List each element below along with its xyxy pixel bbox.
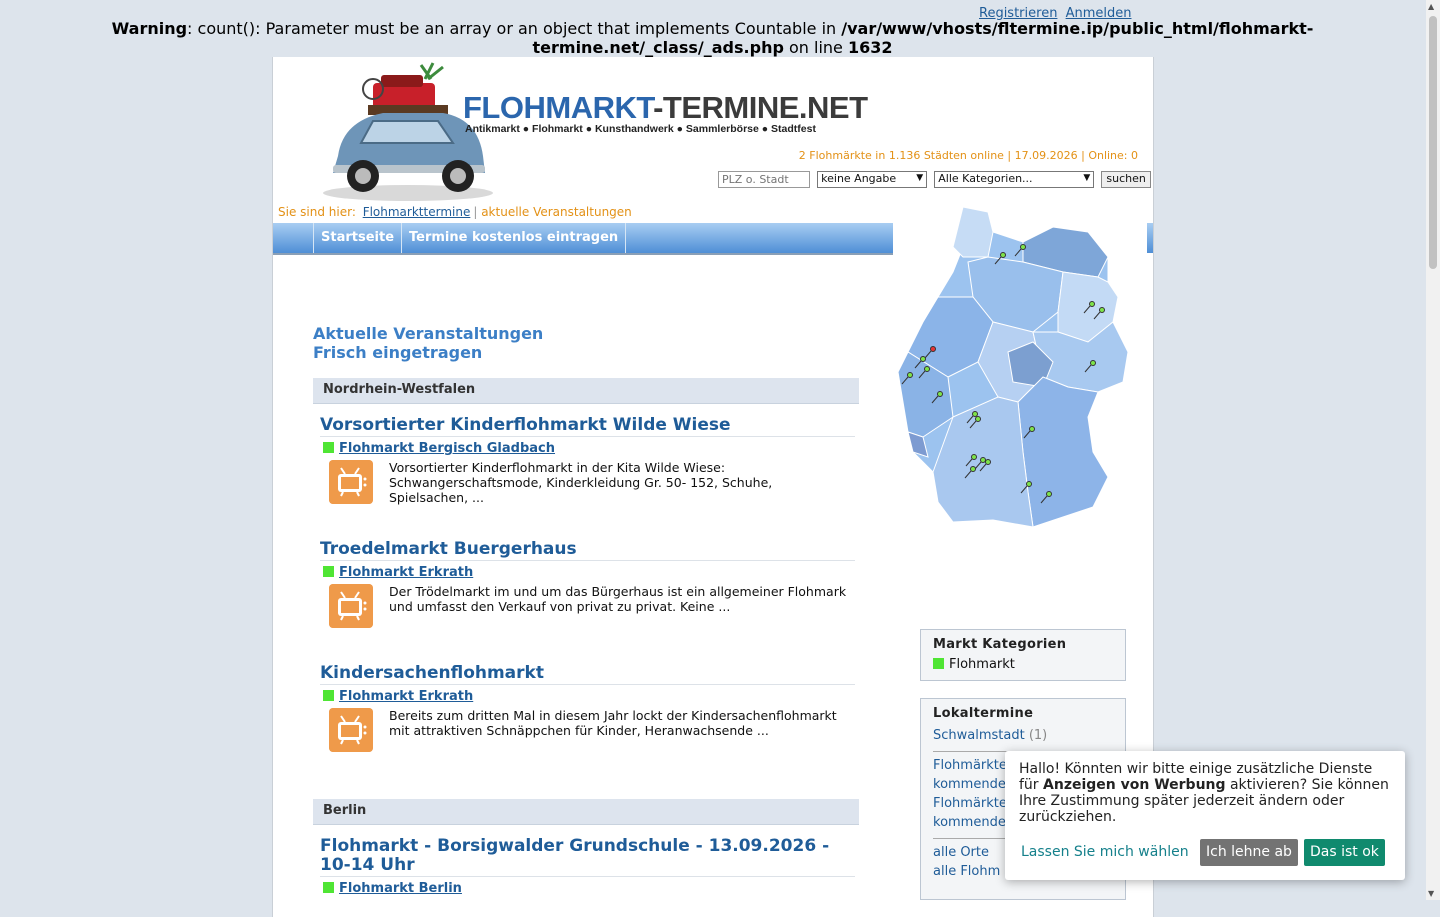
local-events-title: Lokaltermine bbox=[933, 706, 1034, 721]
warning-line: 1632 bbox=[847, 38, 893, 57]
category-select[interactable]: Alle Kategorien... ▼ bbox=[934, 171, 1095, 188]
event-item: Vorsortierter Kinderflohmarkt Wilde Wies… bbox=[320, 416, 855, 506]
event-title-link[interactable]: Flohmarkt - Borsigwalder Grundschule - 1… bbox=[320, 837, 855, 877]
logo-tagline: Antikmarkt ● Flohmarkt ● Kunsthandwerk ●… bbox=[465, 123, 816, 135]
categories-title: Markt Kategorien bbox=[933, 637, 1067, 652]
event-city-link[interactable]: Flohmarkt Erkrath bbox=[339, 689, 473, 704]
category-marker-icon bbox=[323, 566, 334, 577]
event-city-link[interactable]: Flohmarkt Bergisch Gladbach bbox=[339, 441, 555, 456]
nav-home[interactable]: Startseite bbox=[313, 223, 403, 253]
event-title-link[interactable]: Troedelmarkt Buergerhaus bbox=[320, 540, 855, 561]
breadcrumb-home-link[interactable]: Flohmarkttermine bbox=[363, 205, 471, 219]
nav-right-edge bbox=[1147, 223, 1153, 253]
main-nav: Startseite Termine kostenlos eintragen bbox=[273, 223, 893, 255]
logo-title[interactable]: FLOHMARKT-TERMINE.NET bbox=[463, 90, 868, 126]
region-header-berlin: Berlin bbox=[313, 799, 859, 825]
event-tv-icon[interactable] bbox=[329, 584, 373, 628]
event-city: Flohmarkt Erkrath bbox=[320, 689, 855, 704]
cookie-message: Hallo! Könnten wir bitte einige zusätzli… bbox=[1019, 761, 1389, 825]
event-item: Kindersachenflohmarkt Flohmarkt Erkrath … bbox=[320, 664, 855, 754]
breadcrumb-current: aktuelle Veranstaltungen bbox=[481, 205, 632, 219]
categories-box: Markt Kategorien Flohmarkt bbox=[920, 629, 1126, 681]
category-marker-icon bbox=[323, 882, 334, 893]
category-marker-icon bbox=[933, 658, 944, 669]
event-tv-icon[interactable] bbox=[329, 708, 373, 752]
warning-online: on line bbox=[783, 38, 848, 57]
cookie-consent-dialog: Hallo! Könnten wir bitte einige zusätzli… bbox=[1005, 751, 1405, 880]
heading-current-events: Aktuelle Veranstaltungen bbox=[313, 324, 544, 343]
event-description: Bereits zum dritten Mal in diesem Jahr l… bbox=[389, 708, 837, 738]
event-item: Flohmarkt - Borsigwalder Grundschule - 1… bbox=[320, 837, 855, 896]
event-description: Der Trödelmarkt im und um das Bürgerhaus… bbox=[389, 584, 847, 614]
event-city-link[interactable]: Flohmarkt Berlin bbox=[339, 881, 462, 896]
town-link[interactable]: Schwalmstadt bbox=[933, 728, 1025, 743]
category-marker-icon bbox=[323, 690, 334, 701]
town-count: (1) bbox=[1028, 728, 1048, 743]
distance-select[interactable]: keine Angabe ▼ bbox=[817, 171, 928, 188]
site-stats: 2 Flohmärkte in 1.136 Städten online | 1… bbox=[798, 149, 1138, 162]
breadcrumb: Sie sind hier: Flohmarkttermine | aktuell… bbox=[278, 205, 632, 219]
heading-fresh: Frisch eingetragen bbox=[313, 343, 483, 362]
region-header-nrw: Nordrhein-Westfalen bbox=[313, 378, 859, 404]
germany-map[interactable] bbox=[893, 202, 1138, 534]
scrollbar-thumb[interactable] bbox=[1429, 16, 1437, 269]
event-tv-icon[interactable] bbox=[329, 460, 373, 504]
event-city: Flohmarkt Erkrath bbox=[320, 565, 855, 580]
event-title-link[interactable]: Kindersachenflohmarkt bbox=[320, 664, 855, 685]
cookie-decline-button[interactable]: Ich lehne ab bbox=[1200, 839, 1298, 866]
page-scrollbar[interactable]: ▲ ▼ bbox=[1426, 0, 1440, 900]
breadcrumb-prefix: Sie sind hier: bbox=[278, 205, 356, 219]
event-item: Troedelmarkt Buergerhaus Flohmarkt Erkra… bbox=[320, 540, 855, 630]
event-city-link[interactable]: Flohmarkt Erkrath bbox=[339, 565, 473, 580]
breadcrumb-separator: | bbox=[473, 205, 478, 219]
scroll-down-icon[interactable]: ▼ bbox=[1428, 889, 1434, 898]
category-item[interactable]: Flohmarkt bbox=[933, 657, 1125, 672]
scroll-up-icon[interactable]: ▲ bbox=[1428, 2, 1434, 11]
event-city: Flohmarkt Bergisch Gladbach bbox=[320, 441, 855, 456]
event-description: Vorsortierter Kinderflohmarkt in der Kit… bbox=[389, 460, 773, 505]
chevron-down-icon: ▼ bbox=[916, 173, 924, 183]
location-input[interactable] bbox=[718, 171, 810, 188]
cookie-choose-button[interactable]: Lassen Sie mich wählen bbox=[1021, 844, 1189, 860]
event-city: Flohmarkt Berlin bbox=[320, 881, 855, 896]
php-warning: Warning: count(): Parameter must be an a… bbox=[60, 19, 1365, 57]
cookie-accept-button[interactable]: Das ist ok bbox=[1304, 839, 1385, 866]
chevron-down-icon: ▼ bbox=[1083, 173, 1091, 183]
nav-add-event[interactable]: Termine kostenlos eintragen bbox=[401, 223, 627, 253]
warning-label: Warning bbox=[111, 19, 188, 38]
search-form: keine Angabe▼ Alle Kategorien...▼ suchen bbox=[718, 171, 1151, 188]
event-title-link[interactable]: Vorsortierter Kinderflohmarkt Wilde Wies… bbox=[320, 416, 855, 437]
warning-text: : count(): Parameter must be an array or… bbox=[187, 19, 842, 38]
category-marker-icon bbox=[323, 442, 334, 453]
search-button[interactable]: suchen bbox=[1101, 171, 1151, 188]
